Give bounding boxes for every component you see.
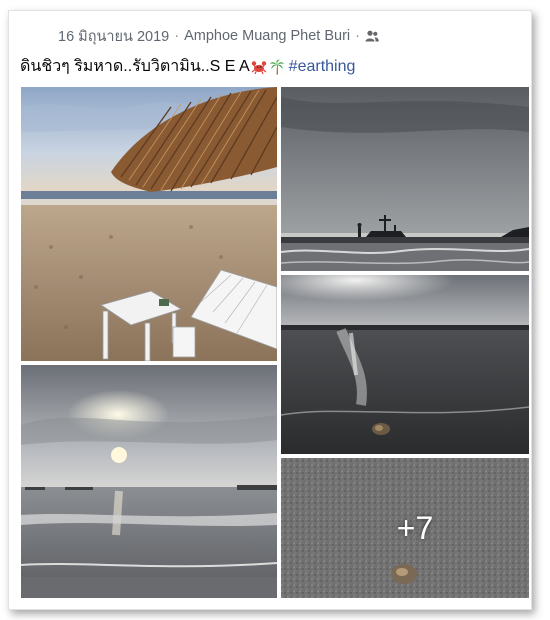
gallery-photo-4[interactable] xyxy=(21,365,277,598)
post-meta: 16 มิถุนายน 2019 · Amphoe Muang Phet Bur… xyxy=(58,26,379,46)
caption-text: ดินชิวๆ ริมหาด..รับวิตามิน..S E A xyxy=(20,58,250,75)
palm-tree-emoji xyxy=(269,59,285,75)
wet-sand-image xyxy=(281,275,529,454)
beach-chair-image xyxy=(21,87,277,361)
post-location[interactable]: Amphoe Muang Phet Buri xyxy=(184,28,350,44)
more-photos-count[interactable]: +7 xyxy=(281,458,529,598)
gallery-photo-3[interactable] xyxy=(281,275,529,454)
gallery-photo-1[interactable] xyxy=(21,87,277,361)
hashtag-link[interactable]: #earthing xyxy=(289,58,356,76)
gallery-photo-5[interactable]: +7 xyxy=(281,458,529,598)
sunset-sea-image xyxy=(21,365,277,598)
post-caption: ดินชิวๆ ริมหาด..รับวิตามิน..S E A #earth… xyxy=(20,54,355,79)
crab-emoji xyxy=(251,59,267,75)
gallery-photo-2[interactable] xyxy=(281,87,529,271)
meta-separator: · xyxy=(174,28,180,44)
pirate-ship-image xyxy=(281,87,529,271)
meta-separator-2: · xyxy=(355,28,360,44)
friends-icon[interactable] xyxy=(365,30,379,42)
post-date[interactable]: 16 มิถุนายน 2019 xyxy=(58,25,169,48)
